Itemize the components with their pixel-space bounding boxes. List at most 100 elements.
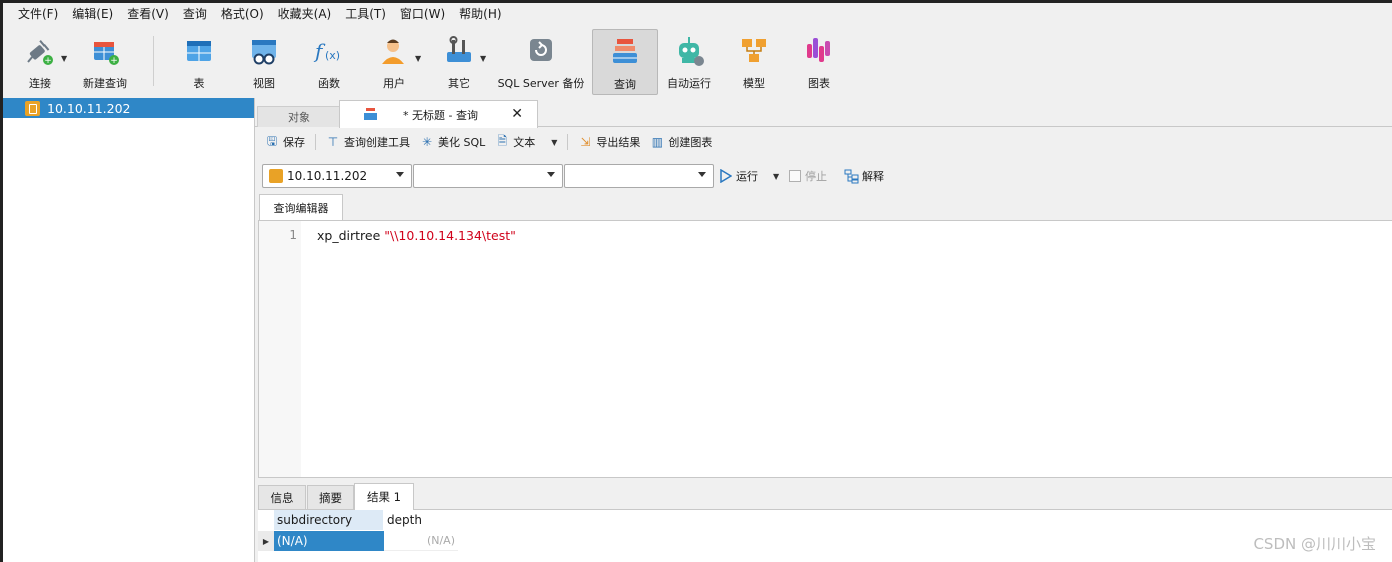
database-select[interactable] xyxy=(413,164,563,188)
other-dropdown-icon[interactable]: ▼ xyxy=(480,54,486,63)
svg-text:(x): (x) xyxy=(325,49,340,62)
run-button[interactable]: 运行 xyxy=(719,168,758,184)
text-dropdown-icon[interactable]: ▼ xyxy=(551,138,557,147)
model-button[interactable]: 模型 xyxy=(722,29,786,93)
navigation-pane: 10.10.11.202 xyxy=(3,98,255,562)
menu-query[interactable]: 查询 xyxy=(176,5,214,22)
stop-button[interactable]: 停止 xyxy=(789,168,827,184)
line-number-gutter: 1 xyxy=(259,221,301,477)
stop-label: 停止 xyxy=(805,170,827,183)
toolbar-separator xyxy=(315,134,316,150)
sql-server-connection-icon xyxy=(25,100,40,116)
export-results-button[interactable]: ⇲ 导出结果 xyxy=(578,134,640,150)
builder-icon: ⊤ xyxy=(327,135,339,149)
column-header-depth[interactable]: depth xyxy=(384,510,458,530)
automation-label: 自动运行 xyxy=(667,77,711,90)
save-button[interactable]: 🖫 保存 xyxy=(265,134,305,150)
tab-query-editor[interactable]: 查询编辑器 xyxy=(259,194,343,221)
bar-chart-icon: ▥ xyxy=(651,135,664,149)
create-chart-button[interactable]: ▥ 创建图表 xyxy=(650,134,713,150)
chart-label: 图表 xyxy=(808,77,830,90)
connect-label: 连接 xyxy=(29,77,51,90)
menu-view[interactable]: 查看(V) xyxy=(120,5,176,22)
backup-icon xyxy=(530,39,552,61)
query-button[interactable]: 查询 xyxy=(592,29,658,95)
tab-summary-label: 摘要 xyxy=(319,490,342,505)
tree-connection-item[interactable]: 10.10.11.202 xyxy=(3,98,254,118)
schema-select[interactable] xyxy=(564,164,714,188)
user-icon xyxy=(382,39,404,64)
query-builder-button[interactable]: ⊤ 查询创建工具 xyxy=(326,134,410,150)
tab-result-1-label: 结果 1 xyxy=(367,490,401,504)
table-cell[interactable]: (N/A) xyxy=(384,531,458,551)
menu-favorites[interactable]: 收藏夹(A) xyxy=(271,5,339,22)
play-icon xyxy=(720,169,732,183)
run-dropdown-icon[interactable]: ▼ xyxy=(773,172,779,181)
menu-help[interactable]: 帮助(H) xyxy=(452,5,508,22)
line-number: 1 xyxy=(289,228,297,242)
table-cell[interactable]: (N/A) xyxy=(274,531,384,551)
view-label: 视图 xyxy=(253,77,275,90)
explain-icon xyxy=(844,169,859,183)
export-results-label: 导出结果 xyxy=(596,136,641,149)
save-icon: 🖫 xyxy=(266,133,278,148)
tab-info-label: 信息 xyxy=(270,490,294,505)
table-icon xyxy=(187,41,211,61)
chevron-down-icon xyxy=(547,172,555,177)
tab-objects[interactable]: 对象 xyxy=(257,106,341,127)
text-button[interactable]: 🗎 文本 ▼ xyxy=(495,134,557,150)
text-label: 文本 xyxy=(513,136,536,149)
sql-server-backup-button[interactable]: SQL Server 备份 xyxy=(497,29,585,93)
connection-select[interactable]: 10.10.11.202 xyxy=(262,164,412,188)
beautify-sql-label: 美化 SQL xyxy=(438,136,486,149)
svg-text:+: + xyxy=(110,56,118,66)
document-tabs: 对象 * 无标题 - 查询 ✕ xyxy=(255,98,1392,128)
menu-bar: 文件(F) 编辑(E) 查看(V) 查询 格式(O) 收藏夹(A) 工具(T) … xyxy=(3,3,1392,24)
result-tabs: 信息 摘要 结果 1 xyxy=(258,483,1392,510)
watermark: CSDN @川川小宝 xyxy=(1253,535,1376,553)
query-toolbar: 🖫 保存 ⊤ 查询创建工具 ✳ 美化 SQL 🗎 文本 ▼ ⇲ 导出结果 ▥ 创… xyxy=(255,128,1392,156)
chart-button[interactable]: 图表 xyxy=(787,29,851,93)
menu-edit[interactable]: 编辑(E) xyxy=(65,5,120,22)
new-query-button[interactable]: + 新建查询 xyxy=(73,29,137,93)
code-line: xp_dirtree "\\10.10.14.134\test" xyxy=(317,228,516,243)
close-icon[interactable]: ✕ xyxy=(511,106,523,122)
connect-dropdown-icon[interactable]: ▼ xyxy=(61,54,67,63)
view-button[interactable]: 视图 xyxy=(232,29,296,93)
column-header-subdirectory[interactable]: subdirectory xyxy=(274,510,384,530)
create-chart-label: 创建图表 xyxy=(668,136,713,149)
explain-button[interactable]: 解释 xyxy=(844,168,884,184)
tab-result-1[interactable]: 结果 1 xyxy=(354,483,414,510)
function-icon: f (x) xyxy=(313,39,340,63)
result-grid: subdirectory depth ▶ (N/A) (N/A) xyxy=(258,510,1392,562)
explain-label: 解释 xyxy=(862,170,884,183)
tab-untitled-query[interactable]: * 无标题 - 查询 ✕ xyxy=(339,100,538,128)
connection-select-value: 10.10.11.202 xyxy=(287,169,368,183)
other-label: 其它 xyxy=(448,77,470,90)
model-icon xyxy=(742,39,766,62)
menu-format[interactable]: 格式(O) xyxy=(214,5,271,22)
automation-button[interactable]: 自动运行 xyxy=(657,29,721,93)
plug-icon: + xyxy=(27,40,53,66)
beautify-sql-button[interactable]: ✳ 美化 SQL xyxy=(420,134,485,150)
table-button[interactable]: 表 xyxy=(167,29,231,93)
tools-icon xyxy=(447,36,471,62)
navicat-window: 文件(F) 编辑(E) 查看(V) 查询 格式(O) 收藏夹(A) 工具(T) … xyxy=(0,0,1392,562)
sql-editor[interactable]: 1 xp_dirtree "\\10.10.14.134\test" xyxy=(258,220,1392,478)
menu-tools[interactable]: 工具(T) xyxy=(338,5,393,22)
tab-info[interactable]: 信息 xyxy=(258,485,306,509)
svg-text:+: + xyxy=(44,56,52,66)
document-icon: 🗎 xyxy=(497,133,508,148)
menu-window[interactable]: 窗口(W) xyxy=(393,5,452,22)
tab-query-label: * 无标题 - 查询 xyxy=(403,108,478,122)
user-dropdown-icon[interactable]: ▼ xyxy=(415,54,421,63)
tree-connection-label: 10.10.11.202 xyxy=(47,100,131,116)
run-label: 运行 xyxy=(736,170,758,183)
function-button[interactable]: f (x) 函数 xyxy=(297,29,361,93)
row-selector-icon[interactable]: ▶ xyxy=(258,531,274,551)
menu-file[interactable]: 文件(F) xyxy=(11,5,65,22)
new-query-label: 新建查询 xyxy=(83,77,127,90)
main-area: 对象 * 无标题 - 查询 ✕ 🖫 保存 ⊤ 查询创建工具 ✳ 美化 SQL 🗎… xyxy=(255,98,1392,562)
tab-summary[interactable]: 摘要 xyxy=(307,485,354,509)
query-editor-tab-label: 查询编辑器 xyxy=(273,202,329,215)
